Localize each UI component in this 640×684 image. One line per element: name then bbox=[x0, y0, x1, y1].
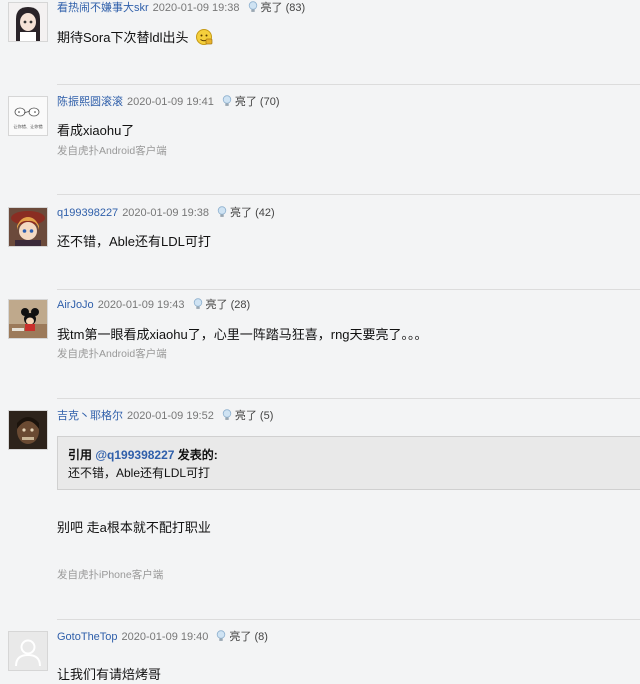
lightbulb-icon bbox=[248, 1, 257, 12]
username-link[interactable]: 吉克丶耶格尔 bbox=[57, 410, 123, 422]
user-avatar[interactable] bbox=[8, 207, 48, 247]
post-divider bbox=[57, 289, 640, 290]
post-content: 期待Sora下次替ldl出头 bbox=[57, 28, 213, 47]
user-avatar[interactable] bbox=[8, 410, 48, 450]
light-label: 亮了 bbox=[229, 631, 252, 643]
post-divider bbox=[57, 194, 640, 195]
post-content: 看成xiaohu了 bbox=[57, 123, 135, 138]
default-user-icon bbox=[9, 632, 47, 670]
post-content: 让我们有请焙烤哥 bbox=[57, 667, 162, 682]
lightbulb-icon bbox=[217, 206, 227, 217]
user-avatar[interactable] bbox=[8, 2, 48, 42]
light-button[interactable]: 亮了 (42) bbox=[217, 206, 275, 219]
client-source[interactable]: 发自虎扑iPhone客户端 bbox=[57, 568, 163, 582]
avatar-caption: 让你错、让你错 bbox=[13, 123, 42, 130]
quote-header: 引用 @q199398227 发表的: bbox=[68, 448, 218, 462]
emoji-icon bbox=[196, 29, 213, 45]
quoted-user-link[interactable]: @q199398227 bbox=[95, 448, 174, 462]
light-label: 亮了 bbox=[234, 96, 257, 108]
post-divider bbox=[57, 619, 640, 620]
post-time: 2020-01-09 19:38 bbox=[152, 2, 240, 14]
post-meta: 陈振熙圆滚滚 2020-01-09 19:41 亮了 (70) bbox=[57, 94, 279, 110]
post-content: 别吧 走a根本就不配打职业 bbox=[57, 520, 211, 535]
light-button[interactable]: 亮了 (70) bbox=[222, 95, 280, 108]
username-link[interactable]: AirJoJo bbox=[57, 299, 94, 311]
light-count: (5) bbox=[259, 410, 274, 422]
username-link[interactable]: 陈振熙圆滚滚 bbox=[57, 96, 123, 108]
post-meta: q199398227 2020-01-09 19:38 亮了 (42) bbox=[57, 205, 275, 221]
quote-text: 还不错，Able还有LDL可打 bbox=[68, 466, 211, 480]
post-time: 2020-01-09 19:41 bbox=[127, 96, 214, 108]
lightbulb-icon bbox=[217, 630, 226, 641]
quote-block: 引用 @q199398227 发表的: 还不错，Able还有LDL可打 bbox=[57, 436, 640, 490]
light-count: (8) bbox=[254, 631, 268, 643]
light-label: 亮了 bbox=[205, 299, 228, 311]
client-source[interactable]: 发自虎扑Android客户端 bbox=[57, 347, 167, 361]
light-button[interactable]: 亮了 (28) bbox=[193, 298, 251, 311]
light-count: (42) bbox=[255, 207, 275, 219]
username-link[interactable]: GotoTheTop bbox=[57, 631, 118, 643]
post-time: 2020-01-09 19:52 bbox=[127, 410, 214, 422]
light-button[interactable]: 亮了 (8) bbox=[216, 630, 268, 643]
lightbulb-icon bbox=[222, 95, 232, 106]
post-time: 2020-01-09 19:38 bbox=[122, 207, 210, 219]
post-content: 还不错，Able还有LDL可打 bbox=[57, 234, 211, 249]
post-meta: 看热闹不嫌事大skr 2020-01-09 19:38 亮了 (83) bbox=[57, 0, 305, 16]
user-avatar[interactable]: 让你错、让你错 bbox=[8, 96, 48, 136]
light-count: (83) bbox=[285, 2, 306, 14]
post-meta: GotoTheTop 2020-01-09 19:40 亮了 (8) bbox=[57, 629, 268, 645]
username-link[interactable]: 看热闹不嫌事大skr bbox=[57, 2, 149, 14]
client-source[interactable]: 发自虎扑Android客户端 bbox=[57, 144, 167, 158]
post-time: 2020-01-09 19:40 bbox=[121, 631, 209, 643]
post-time: 2020-01-09 19:43 bbox=[97, 299, 185, 311]
light-label: 亮了 bbox=[230, 207, 253, 219]
light-label: 亮了 bbox=[234, 410, 257, 422]
post-meta: AirJoJo 2020-01-09 19:43 亮了 (28) bbox=[57, 297, 250, 313]
post-divider bbox=[57, 84, 640, 85]
lightbulb-icon bbox=[193, 298, 202, 309]
light-button[interactable]: 亮了 (5) bbox=[222, 409, 274, 422]
lightbulb-icon bbox=[222, 409, 232, 420]
post-meta: 吉克丶耶格尔 2020-01-09 19:52 亮了 (5) bbox=[57, 408, 273, 424]
light-label: 亮了 bbox=[260, 2, 283, 14]
post-content: 我tm第一眼看成xiaohu了，心里一阵踏马狂喜，rng天要亮了。。。 bbox=[57, 327, 428, 342]
light-count: (28) bbox=[230, 299, 251, 311]
username-link[interactable]: q199398227 bbox=[57, 207, 118, 219]
light-count: (70) bbox=[259, 96, 280, 108]
post-divider bbox=[57, 398, 640, 399]
light-button[interactable]: 亮了 (83) bbox=[248, 1, 306, 14]
user-avatar[interactable] bbox=[8, 631, 48, 671]
user-avatar[interactable] bbox=[8, 299, 48, 339]
